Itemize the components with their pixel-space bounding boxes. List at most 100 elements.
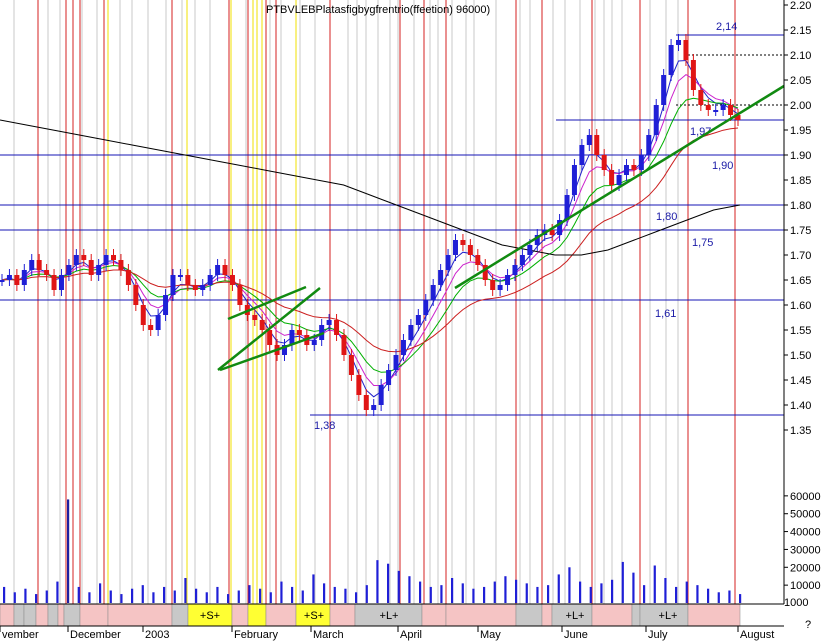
month-label-3: February — [234, 629, 279, 641]
level-label-5: 1,61 — [655, 308, 676, 320]
band-seg-18 — [445, 603, 517, 627]
candle-body-23 — [170, 275, 176, 295]
price-tick-label-15: 1.45 — [790, 375, 811, 387]
candle-body-92 — [683, 40, 689, 60]
volume-bar-18 — [195, 588, 198, 603]
candle-body-25 — [185, 275, 191, 285]
month-label-4: March — [313, 629, 344, 641]
candle-body-81 — [601, 155, 607, 170]
price-tick-label-0: 2.20 — [790, 0, 811, 12]
candle-body-77 — [571, 165, 577, 195]
price-tick-label-16: 1.40 — [790, 400, 811, 412]
month-label-7: June — [564, 629, 588, 641]
candle-body-8 — [58, 275, 64, 290]
volume-bar-49 — [525, 583, 528, 603]
band-seg-7 — [79, 603, 109, 627]
candle-body-32 — [237, 285, 243, 305]
volume-bar-0 — [3, 586, 6, 603]
candle-body-10 — [73, 255, 79, 265]
volume-bar-60 — [643, 585, 646, 603]
price-tick-label-17: 1.35 — [790, 425, 811, 437]
candle-body-70 — [519, 255, 525, 265]
volume-bar-50 — [536, 586, 539, 603]
volume-bar-40 — [429, 586, 432, 603]
band-seg-9 — [171, 603, 189, 627]
band-seg-12 — [247, 603, 267, 627]
candle-body-97 — [720, 105, 726, 110]
volume-bar-5 — [56, 581, 59, 603]
candle-body-55 — [408, 325, 414, 340]
volume-bar-43 — [461, 583, 464, 603]
volume-bar-12 — [131, 588, 134, 603]
candle-body-89 — [661, 75, 667, 105]
month-label-8: July — [648, 629, 668, 641]
volume-bar-36 — [387, 563, 390, 603]
price-tick-label-1: 2.15 — [790, 25, 811, 37]
candle-body-1 — [6, 275, 12, 280]
signal-label-0: +S+ — [200, 610, 220, 622]
candle-body-67 — [497, 285, 503, 290]
volume-bar-20 — [216, 586, 219, 603]
candle-body-48 — [356, 375, 362, 395]
candle-body-45 — [334, 320, 340, 335]
band-seg-17 — [421, 603, 447, 627]
volume-tick-label-0: 60000 — [790, 491, 821, 503]
volume-bar-34 — [365, 585, 368, 603]
candle-body-6 — [44, 270, 50, 275]
month-label-2: 2003 — [145, 629, 169, 641]
band-seg-4 — [47, 603, 59, 627]
volume-bar-33 — [355, 592, 358, 603]
candle-body-35 — [259, 320, 265, 330]
volume-bar-67 — [717, 592, 720, 603]
candle-body-46 — [341, 335, 347, 355]
volume-bar-27 — [291, 586, 294, 603]
band-seg-23 — [631, 603, 641, 627]
volume-bar-42 — [451, 578, 454, 603]
candle-body-36 — [267, 330, 273, 345]
month-label-9: August — [740, 629, 774, 641]
candle-body-76 — [564, 195, 570, 220]
band-seg-13 — [265, 603, 297, 627]
volume-bar-64 — [685, 581, 688, 603]
volume-bar-53 — [568, 567, 571, 603]
candle-body-50 — [371, 405, 377, 410]
price-tick-label-8: 1.80 — [790, 200, 811, 212]
price-tick-label-4: 2.00 — [790, 100, 811, 112]
volume-bar-48 — [515, 579, 518, 603]
volume-bar-54 — [579, 581, 582, 603]
volume-bar-7 — [77, 586, 80, 603]
candle-body-7 — [51, 275, 57, 290]
candle-body-40 — [296, 330, 302, 335]
candle-body-83 — [616, 175, 622, 185]
volume-bar-45 — [483, 586, 486, 603]
volume-bar-68 — [728, 590, 731, 603]
candle-body-85 — [631, 165, 637, 170]
volume-bar-6 — [67, 499, 70, 603]
candle-body-27 — [200, 285, 206, 290]
candle-body-24 — [177, 275, 183, 277]
candle-body-53 — [393, 355, 399, 370]
volume-bar-15 — [163, 586, 166, 603]
stock-chart: 2,141,971,901,801,751,611,38 +S+ +S+ +L+ +L… — [0, 0, 831, 642]
candle-body-12 — [88, 260, 94, 275]
price-tick-label-14: 1.50 — [790, 350, 811, 362]
candle-body-58 — [430, 285, 436, 300]
volume-bar-10 — [109, 590, 112, 603]
volume-bar-32 — [344, 588, 347, 603]
volume-bar-51 — [547, 585, 550, 603]
candle-body-79 — [586, 135, 592, 145]
volume-bar-23 — [248, 585, 251, 603]
volume-bar-63 — [675, 586, 678, 603]
volume-bar-38 — [408, 576, 411, 603]
volume-bar-29 — [312, 574, 315, 603]
volume-bar-28 — [301, 590, 304, 603]
price-tick-label-2: 2.10 — [790, 50, 811, 62]
candle-body-17 — [125, 270, 131, 285]
volume-bar-19 — [205, 592, 208, 603]
signal-label-1: +S+ — [304, 610, 324, 622]
volume-bar-8 — [88, 592, 91, 603]
month-label-6: May — [480, 629, 501, 641]
candle-body-68 — [505, 275, 511, 285]
band-seg-3 — [35, 603, 49, 627]
volume-bar-47 — [504, 576, 507, 603]
